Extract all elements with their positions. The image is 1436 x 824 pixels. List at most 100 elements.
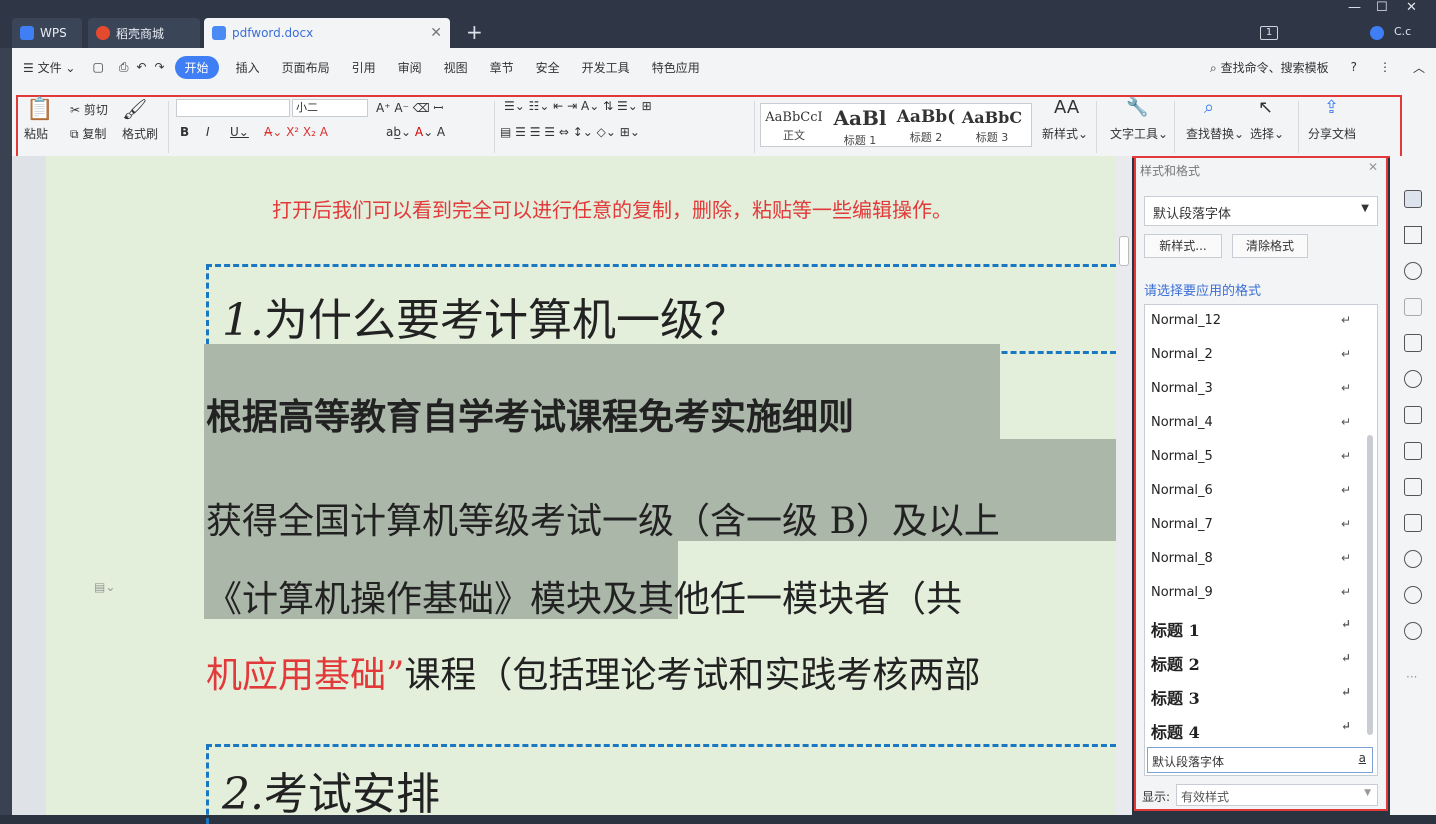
close-icon[interactable]: ✕	[1368, 160, 1378, 174]
style-heading-1[interactable]: AaBl 标题 1	[827, 104, 893, 148]
close-icon[interactable]: ✕	[430, 25, 442, 41]
collapse-icon[interactable]: ︿	[1413, 59, 1425, 76]
copy-button[interactable]: ⧉ 复制	[70, 125, 106, 142]
scroll-thumb[interactable]	[1119, 236, 1129, 266]
vertical-scrollbar[interactable]	[1116, 156, 1132, 815]
help-icon[interactable]	[1404, 622, 1422, 640]
text-tools-icon[interactable]: 🔧	[1126, 97, 1148, 118]
adjust-icon[interactable]	[1404, 298, 1422, 316]
avatar[interactable]	[1370, 26, 1384, 40]
current-style-select[interactable]: 默认段落字体 ▼	[1144, 196, 1378, 226]
archive-icon[interactable]	[1404, 478, 1422, 496]
menu-home[interactable]: 开始	[174, 55, 219, 79]
tab-document[interactable]: pdfword.docx ✕	[204, 18, 450, 48]
share-icon[interactable]	[1404, 406, 1422, 424]
cursor-icon[interactable]	[1404, 226, 1422, 244]
search-doc-icon[interactable]	[1404, 334, 1422, 352]
document-page[interactable]: 打开后我们可以看到完全可以进行任意的复制，删除，粘贴等一些编辑操作。 1.为什么…	[46, 156, 1116, 824]
tab-store[interactable]: 稻壳商城	[88, 18, 200, 48]
star-icon[interactable]	[1404, 370, 1422, 388]
image-icon[interactable]	[1404, 514, 1422, 532]
undo-icon[interactable]: ↶	[136, 60, 146, 74]
share-icon[interactable]: ⇪	[1324, 97, 1339, 118]
menu-icon[interactable]: ☰ 文件 ⌄	[23, 59, 75, 76]
format-painter-icon[interactable]: 🖌	[122, 97, 147, 121]
translate-icon[interactable]	[1404, 442, 1422, 460]
underline-button[interactable]: U⌄	[230, 125, 249, 139]
font-name-select[interactable]	[176, 99, 290, 117]
window-count-badge[interactable]: 1	[1260, 26, 1278, 40]
menu-developer[interactable]: 开发工具	[582, 59, 630, 76]
text-tools-button[interactable]: 文字工具⌄	[1110, 125, 1168, 142]
menu-review[interactable]: 审阅	[398, 59, 422, 76]
show-select[interactable]: 有效样式 ▼	[1176, 784, 1378, 806]
highlight-button[interactable]: ab̲⌄ A⌄ A	[386, 125, 445, 139]
new-tab-button[interactable]: +	[466, 20, 483, 44]
menu-special[interactable]: 特色应用	[652, 59, 700, 76]
shapes-icon[interactable]	[1404, 262, 1422, 280]
share-button[interactable]: 分享文档	[1308, 125, 1356, 142]
more-icon[interactable]: ···	[1406, 670, 1417, 684]
selected-style[interactable]: 默认段落字体 a	[1147, 747, 1373, 773]
list-item[interactable]: Normal_7 ↵	[1151, 517, 1365, 532]
save-icon[interactable]: ▢	[92, 60, 103, 74]
select-button[interactable]: 选择⌄	[1250, 125, 1284, 142]
redo-icon[interactable]: ↷	[154, 60, 164, 74]
list-scrollbar[interactable]	[1367, 435, 1373, 735]
menu-section[interactable]: 章节	[490, 59, 514, 76]
list-item[interactable]: Normal_2 ↵	[1151, 347, 1365, 362]
style-pen-icon[interactable]	[1404, 190, 1422, 208]
list-item[interactable]: Normal_6 ↵	[1151, 483, 1365, 498]
menu-file[interactable]: 文件	[38, 61, 62, 75]
list-item[interactable]: Normal_5 ↵	[1151, 449, 1365, 464]
paste-button[interactable]: 粘贴	[24, 125, 48, 142]
menu-security[interactable]: 安全	[536, 59, 560, 76]
minimize-icon[interactable]: —	[1348, 0, 1361, 15]
tab-wps[interactable]: WPS	[12, 18, 82, 48]
cut-button[interactable]: ✂ 剪切	[70, 101, 108, 118]
font-size-select[interactable]: 小二	[292, 99, 368, 117]
list-item[interactable]: Normal_9 ↵	[1151, 585, 1365, 600]
select-icon[interactable]: ↖	[1258, 97, 1273, 118]
close-window-icon[interactable]: ✕	[1406, 0, 1417, 15]
strikethrough-button[interactable]: A̶⌄ X² X₂ A	[264, 125, 328, 139]
search-icon[interactable]: ⌕ 查找命令、搜索模板	[1210, 59, 1329, 76]
new-style-button[interactable]: 新样式...	[1144, 234, 1222, 258]
format-painter-button[interactable]: 格式刷	[122, 125, 158, 142]
style-heading-3[interactable]: AaBbC 标题 3	[959, 104, 1025, 148]
shield-icon[interactable]	[1404, 550, 1422, 568]
style-normal[interactable]: AaBbCcI 正文	[761, 104, 827, 148]
bold-button[interactable]: B	[180, 125, 189, 139]
more-icon[interactable]: ⋮	[1379, 60, 1391, 74]
paragraph-icon[interactable]: ▤⌄	[94, 580, 115, 594]
align-buttons[interactable]: ▤ ☰ ☰ ☰ ⇔ ↕⌄ ◇⌄ ⊞⌄	[500, 125, 640, 139]
italic-button[interactable]: I	[206, 125, 210, 139]
list-item[interactable]: 标题 3 ↵	[1151, 685, 1365, 709]
clear-format-button[interactable]: 清除格式	[1232, 234, 1308, 258]
help-icon[interactable]: ?	[1351, 60, 1357, 74]
menu-view[interactable]: 视图	[444, 59, 468, 76]
list-item[interactable]: 标题 4 ↵	[1151, 719, 1365, 743]
new-style-icon[interactable]: A͏A	[1054, 97, 1079, 118]
find-replace-button[interactable]: 查找替换⌄	[1186, 125, 1244, 142]
history-icon[interactable]	[1404, 586, 1422, 604]
style-gallery[interactable]: AaBbCcI 正文 AaBl 标题 1 AaBb(标题 2 AaBbC 标题 3	[760, 103, 1032, 147]
font-grow-icon[interactable]: A⁺ A⁻ ⌫ ꟷ	[376, 99, 443, 116]
list-item[interactable]: Normal_8 ↵	[1151, 551, 1365, 566]
menu-references[interactable]: 引用	[352, 59, 376, 76]
command-search[interactable]: 查找命令、搜索模板	[1221, 61, 1329, 75]
find-icon[interactable]: ⌕	[1204, 97, 1214, 118]
list-item[interactable]: Normal_4 ↵	[1151, 415, 1365, 430]
list-item[interactable]: Normal_12 ↵	[1151, 313, 1365, 328]
list-item[interactable]: Normal_3 ↵	[1151, 381, 1365, 396]
print-icon[interactable]: ⎙	[119, 60, 129, 75]
style-heading-2[interactable]: AaBb(标题 2	[893, 104, 959, 148]
menu-layout[interactable]: 页面布局	[282, 59, 330, 76]
paste-icon[interactable]: 📋	[26, 97, 53, 122]
menu-insert[interactable]: 插入	[236, 59, 260, 76]
list-item[interactable]: 标题 1 ↵	[1151, 617, 1365, 641]
list-item[interactable]: 标题 2 ↵	[1151, 651, 1365, 675]
maximize-icon[interactable]: ☐	[1376, 0, 1388, 15]
list-buttons[interactable]: ☰⌄ ☷⌄ ⇤ ⇥ A⌄ ⇅ ☰⌄ ⊞	[504, 99, 652, 113]
new-style-button[interactable]: 新样式⌄	[1042, 125, 1088, 142]
